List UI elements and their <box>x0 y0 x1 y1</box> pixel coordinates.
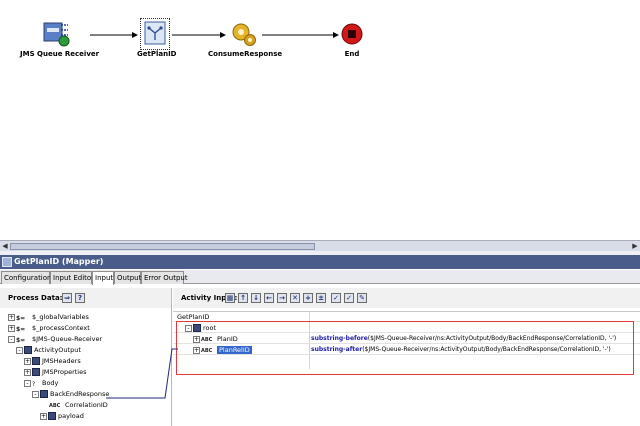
mapping-connector <box>106 348 178 399</box>
